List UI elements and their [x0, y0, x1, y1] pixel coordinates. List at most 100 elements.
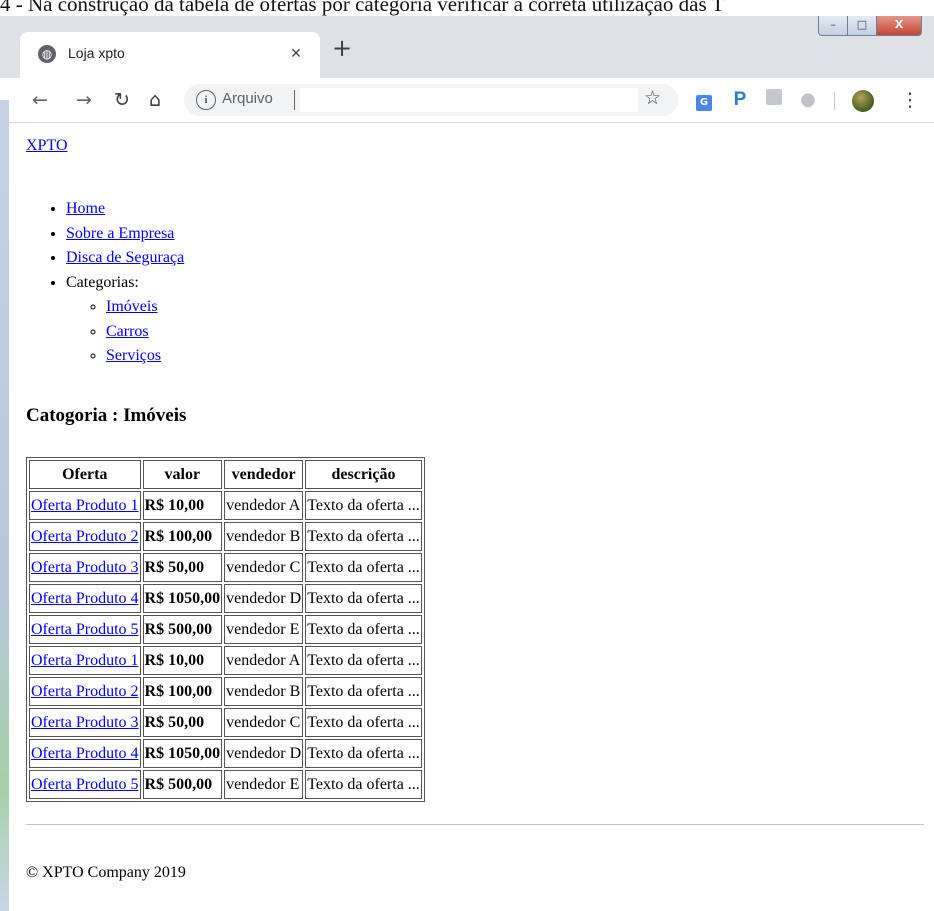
offer-cell: Oferta Produto 5 — [29, 615, 141, 644]
seller-cell: vendedor E — [224, 770, 304, 799]
offer-link[interactable]: Oferta Produto 4 — [31, 590, 139, 607]
nav-link-hotline[interactable]: Disca de Seguraça — [66, 249, 184, 266]
star-icon[interactable]: ☆ — [644, 87, 661, 109]
offers-table: Oferta valor vendedor descrição Oferta P… — [26, 457, 425, 802]
category-heading: Catogoria : Imóveis — [26, 405, 187, 426]
globe-icon: ◍ — [38, 45, 56, 63]
pdf-extension-icon[interactable] — [762, 88, 786, 112]
description-cell: Texto da oferta ... — [305, 646, 422, 675]
description-cell: Texto da oferta ... — [305, 553, 422, 582]
category-item: Carros — [106, 320, 184, 345]
nav-item-home: Home — [66, 197, 184, 222]
table-row: Oferta Produto 4 R$ 1050,00 vendedor D T… — [29, 739, 422, 768]
info-icon[interactable]: i — [196, 90, 216, 110]
price-cell: R$ 500,00 — [142, 615, 223, 644]
category-link-imoveis[interactable]: Imóveis — [106, 298, 158, 315]
offer-link[interactable]: Oferta Produto 5 — [31, 621, 139, 638]
nav-item-categories: Categorias: Imóveis Carros Serviços — [66, 271, 184, 369]
home-icon[interactable]: ⌂ — [143, 88, 167, 112]
description-cell: Texto da oferta ... — [305, 677, 422, 706]
reload-icon[interactable]: ↻ — [110, 88, 134, 112]
price-cell: R$ 10,00 — [142, 646, 223, 675]
offer-cell: Oferta Produto 2 — [29, 522, 141, 551]
price-cell: R$ 50,00 — [142, 708, 223, 737]
offer-cell: Oferta Produto 3 — [29, 708, 141, 737]
price-cell: R$ 10,00 — [142, 491, 223, 520]
close-window-button[interactable]: X — [876, 14, 922, 36]
new-tab-button[interactable]: + — [328, 34, 356, 62]
category-link-servicos[interactable]: Serviços — [106, 347, 161, 364]
description-cell: Texto da oferta ... — [305, 491, 422, 520]
price-cell: R$ 100,00 — [142, 677, 223, 706]
table-row: Oferta Produto 1 R$ 10,00 vendedor A Tex… — [29, 646, 422, 675]
offer-cell: Oferta Produto 3 — [29, 553, 141, 582]
offer-cell: Oferta Produto 2 — [29, 677, 141, 706]
seller-cell: vendedor D — [224, 739, 304, 768]
description-cell: Texto da oferta ... — [305, 739, 422, 768]
price-cell: R$ 1050,00 — [142, 739, 223, 768]
offer-link[interactable]: Oferta Produto 2 — [31, 683, 139, 700]
maximize-button[interactable]: □ — [847, 14, 877, 36]
offer-link[interactable]: Oferta Produto 1 — [31, 652, 139, 669]
offer-cell: Oferta Produto 4 — [29, 739, 141, 768]
offer-link[interactable]: Oferta Produto 3 — [31, 559, 139, 576]
forward-arrow-icon[interactable]: → — [72, 88, 96, 112]
column-header-valor: valor — [142, 460, 223, 489]
nav-link-about[interactable]: Sobre a Empresa — [66, 225, 174, 242]
google-translate-icon[interactable]: G — [692, 88, 716, 112]
offer-link[interactable]: Oferta Produto 3 — [31, 714, 139, 731]
offer-cell: Oferta Produto 1 — [29, 491, 141, 520]
address-scheme-label: Arquivo — [222, 90, 273, 107]
p-extension-icon[interactable]: P — [728, 88, 752, 112]
window-controls: – □ X — [818, 14, 922, 36]
column-header-descricao: descrição — [305, 460, 422, 489]
price-cell: R$ 1050,00 — [142, 584, 223, 613]
price-cell: R$ 100,00 — [142, 522, 223, 551]
offer-cell: Oferta Produto 4 — [29, 584, 141, 613]
offer-link[interactable]: Oferta Produto 4 — [31, 745, 139, 762]
offer-link[interactable]: Oferta Produto 5 — [31, 776, 139, 793]
address-bar[interactable]: i Arquivo ☆ — [184, 84, 678, 116]
tab-title: Loja xpto — [68, 45, 125, 61]
offer-link[interactable]: Oferta Produto 2 — [31, 528, 139, 545]
table-header-row: Oferta valor vendedor descrição — [29, 460, 422, 489]
minimize-button[interactable]: – — [818, 14, 848, 36]
menu-kebab-icon[interactable]: ⋮ — [898, 88, 922, 112]
caption-text: 4 - Na construção da tabela de ofertas p… — [0, 0, 934, 16]
categories-list: Imóveis Carros Serviços — [66, 295, 184, 369]
offer-cell: Oferta Produto 1 — [29, 646, 141, 675]
seller-cell: vendedor D — [224, 584, 304, 613]
back-arrow-icon[interactable]: ← — [28, 88, 52, 112]
globe-extension-icon[interactable]: ● — [796, 88, 820, 112]
offer-link[interactable]: Oferta Produto 1 — [31, 497, 139, 514]
category-link-carros[interactable]: Carros — [106, 323, 149, 340]
footer-copyright: © XPTO Company 2019 — [26, 864, 186, 881]
column-header-oferta: Oferta — [29, 460, 141, 489]
table-row: Oferta Produto 4 R$ 1050,00 vendedor D T… — [29, 584, 422, 613]
description-cell: Texto da oferta ... — [305, 584, 422, 613]
brand-link[interactable]: XPTO — [26, 137, 68, 155]
table-row: Oferta Produto 3 R$ 50,00 vendedor C Tex… — [29, 553, 422, 582]
offer-cell: Oferta Produto 5 — [29, 770, 141, 799]
seller-cell: vendedor C — [224, 553, 304, 582]
category-item: Serviços — [106, 344, 184, 369]
tab-close-icon[interactable]: × — [286, 42, 306, 64]
description-cell: Texto da oferta ... — [305, 708, 422, 737]
avatar[interactable] — [852, 90, 874, 112]
description-cell: Texto da oferta ... — [305, 615, 422, 644]
description-cell: Texto da oferta ... — [305, 522, 422, 551]
toolbar-separator — [834, 92, 835, 110]
nav-link-home[interactable]: Home — [66, 200, 105, 217]
window-left-edge — [0, 100, 9, 911]
table-row: Oferta Produto 5 R$ 500,00 vendedor E Te… — [29, 770, 422, 799]
column-header-vendedor: vendedor — [224, 460, 304, 489]
nav-item-hotline: Disca de Seguraça — [66, 246, 184, 271]
description-cell: Texto da oferta ... — [305, 770, 422, 799]
browser-tab[interactable]: ◍ Loja xpto × — [20, 32, 320, 78]
address-input[interactable] — [300, 88, 638, 112]
price-cell: R$ 500,00 — [142, 770, 223, 799]
table-row: Oferta Produto 3 R$ 50,00 vendedor C Tex… — [29, 708, 422, 737]
nav-item-about: Sobre a Empresa — [66, 222, 184, 247]
category-item: Imóveis — [106, 295, 184, 320]
browser-toolbar: ← → ↻ ⌂ i Arquivo ☆ G P ● ⋮ — [0, 78, 934, 123]
